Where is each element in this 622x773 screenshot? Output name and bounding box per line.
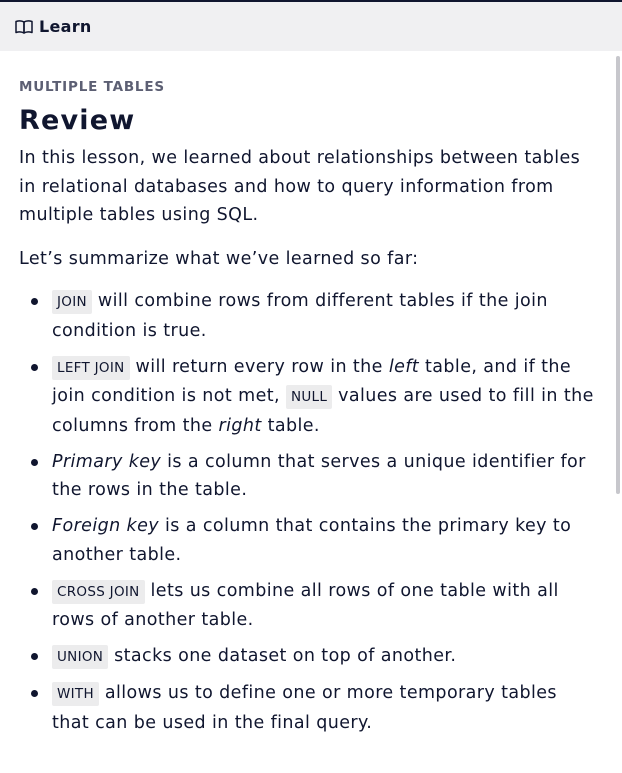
point-emphasis: Foreign key xyxy=(52,516,160,536)
bullet-icon xyxy=(31,653,38,660)
bullet-icon xyxy=(31,690,38,697)
summary-list: JOIN will combine rows from different ta… xyxy=(19,287,599,737)
book-icon xyxy=(15,19,33,35)
code-join: JOIN xyxy=(52,290,92,314)
scrollbar[interactable] xyxy=(616,56,620,494)
list-item-primary-key: Primary key is a column that serves a un… xyxy=(19,448,599,505)
list-item-with: WITH allows us to define one or more tem… xyxy=(19,679,599,737)
lesson-title: Review xyxy=(19,105,136,136)
header-title: Learn xyxy=(39,17,92,36)
list-item-left-join: LEFT JOIN will return every row in the l… xyxy=(19,353,599,441)
lesson-content: MULTIPLE TABLES Review In this lesson, w… xyxy=(19,78,599,745)
bullet-icon xyxy=(31,458,38,466)
lesson-intro: In this lesson, we learned about relatio… xyxy=(19,148,581,225)
list-item-foreign-key: Foreign key is a column that contains th… xyxy=(19,512,599,569)
code-cross-join: CROSS JOIN xyxy=(52,579,145,604)
bullet-icon xyxy=(31,587,38,595)
code-left-join: LEFT JOIN xyxy=(52,355,130,380)
point-emphasis: left xyxy=(388,356,420,377)
code-union: UNION xyxy=(52,645,109,669)
list-item-join: JOIN will combine rows from different ta… xyxy=(19,287,599,345)
point-text: table. xyxy=(261,415,320,436)
bullet-icon xyxy=(31,298,38,305)
bullet-icon xyxy=(31,523,38,530)
code-with: WITH xyxy=(52,682,99,706)
point-text: stacks one dataset on top of another. xyxy=(108,646,457,666)
lesson-eyebrow: MULTIPLE TABLES xyxy=(19,79,165,95)
point-emphasis: Primary key xyxy=(52,451,162,472)
bullet-icon xyxy=(31,363,38,371)
summary-lead: Let’s summarize what we’ve learned so fa… xyxy=(19,248,419,269)
point-text: will combine rows from different tables … xyxy=(52,291,548,341)
code-null: NULL xyxy=(285,385,333,409)
learn-header: Learn xyxy=(0,2,622,51)
point-emphasis: right xyxy=(218,415,262,436)
list-item-cross-join: CROSS JOIN lets us combine all rows of o… xyxy=(19,577,599,635)
list-item-union: UNION stacks one dataset on top of anoth… xyxy=(19,642,599,672)
point-text: allows us to define one or more temporar… xyxy=(52,683,557,733)
point-text: will return every row in the xyxy=(129,356,389,377)
